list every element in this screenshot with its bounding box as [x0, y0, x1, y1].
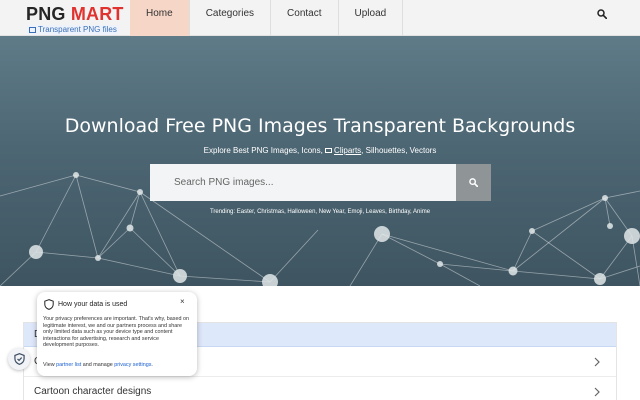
chevron-right-icon [594, 387, 600, 397]
hero-subtitle-suffix: , Silhouettes, Vectors [361, 146, 437, 155]
privacy-footer: View partner list and manage privacy set… [43, 362, 193, 369]
image-icon [29, 27, 36, 33]
image-icon [325, 148, 333, 153]
logo-text-png: PNG [26, 4, 66, 24]
privacy-settings-button[interactable] [8, 348, 30, 370]
nav-categories[interactable]: Categories [190, 0, 272, 36]
hero-search-box [150, 164, 456, 201]
search-icon [597, 8, 607, 19]
shield-check-icon [13, 353, 25, 365]
shield-icon [44, 299, 54, 310]
privacy-settings-link[interactable]: privacy settings [114, 362, 151, 368]
search-submit-button[interactable] [456, 164, 491, 201]
tagline-text: Transparent PNG files [38, 25, 117, 34]
chevron-right-icon [594, 357, 600, 367]
hero-title: Download Free PNG Images Transparent Bac… [64, 115, 576, 137]
privacy-body-text: Your privacy preferences are important. … [43, 316, 189, 349]
hero-subtitle: Explore Best PNG Images, Icons, Cliparts… [0, 146, 640, 156]
nav-contact[interactable]: Contact [271, 0, 339, 36]
search-icon [469, 178, 478, 187]
site-tagline: Transparent PNG files [27, 25, 119, 35]
privacy-footer-suffix: . [151, 362, 153, 368]
nav-home[interactable]: Home [130, 0, 190, 36]
header-search-button[interactable] [586, 0, 618, 27]
category-row-label: Cartoon character designs [34, 386, 152, 397]
trending-searches[interactable]: Trending: Easter, Christmas, Halloween, … [0, 208, 640, 216]
privacy-title: How your data is used [58, 301, 128, 308]
site-logo[interactable]: PNG MART [26, 4, 124, 24]
close-icon[interactable]: × [180, 297, 185, 306]
logo-text-mart: MART [70, 4, 124, 24]
main-nav: Home Categories Contact Upload [130, 0, 404, 36]
nav-upload[interactable]: Upload [339, 0, 404, 36]
privacy-notice-popup: How your data is used × Your privacy pre… [37, 292, 197, 376]
privacy-footer-prefix: View [43, 362, 57, 368]
category-row[interactable]: Cartoon character designs [24, 378, 616, 400]
search-input[interactable] [150, 164, 456, 201]
partner-list-link[interactable]: partner list [56, 362, 81, 368]
network-background [0, 172, 640, 286]
privacy-footer-mid: and manage [81, 362, 115, 368]
cliparts-link[interactable]: Cliparts [334, 146, 361, 155]
site-header: PNG MART Transparent PNG files Home Cate… [0, 0, 640, 36]
hero-subtitle-prefix: Explore Best PNG Images, Icons, [203, 146, 326, 155]
hero-banner: Download Free PNG Images Transparent Bac… [0, 36, 640, 286]
